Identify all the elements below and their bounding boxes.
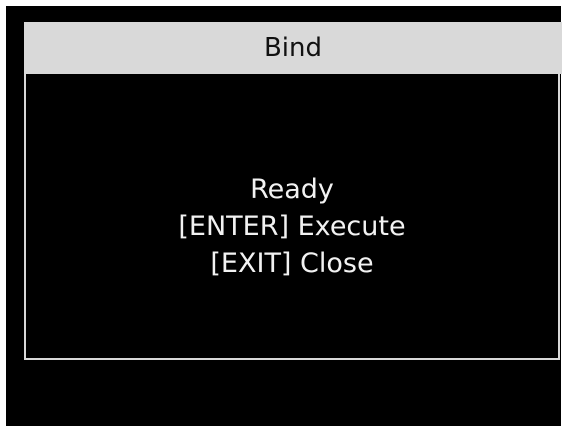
execute-hint[interactable]: [ENTER] Execute	[178, 208, 405, 245]
dialog-title-bar: Bind	[24, 22, 562, 74]
device-screen: Bind Ready [ENTER] Execute [EXIT] Close	[6, 6, 562, 426]
dialog-body: Ready [ENTER] Execute [EXIT] Close	[26, 74, 558, 358]
bind-dialog: Bind Ready [ENTER] Execute [EXIT] Close	[24, 22, 562, 360]
close-hint[interactable]: [EXIT] Close	[210, 245, 373, 282]
status-text: Ready	[250, 173, 334, 205]
dialog-title: Bind	[263, 33, 323, 63]
